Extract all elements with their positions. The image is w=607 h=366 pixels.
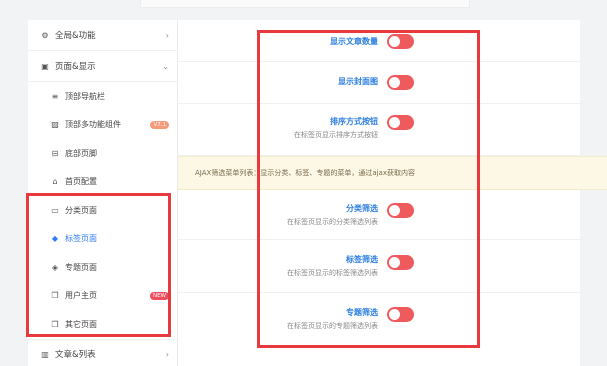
- sidebar-group-articles[interactable]: ▥ 文章&列表 ›: [28, 338, 177, 366]
- sidebar-item-top-nav[interactable]: ≡ 顶部导航栏: [28, 82, 177, 111]
- sidebar-item-label: 底部页脚: [65, 148, 97, 158]
- highlight-box-sidebar: [26, 193, 171, 337]
- chevron-right-icon: ›: [165, 30, 169, 40]
- sidebar-item-footer[interactable]: ⊟ 底部页脚: [28, 139, 177, 168]
- chevron-right-icon: ›: [165, 349, 169, 359]
- footer-icon: ⊟: [51, 148, 59, 158]
- version-badge: V7.1: [150, 120, 169, 129]
- sidebar-group-global[interactable]: ⚙ 全局&功能 ›: [28, 20, 177, 51]
- menu-icon: ≡: [51, 91, 59, 101]
- highlight-box-settings: [257, 30, 480, 348]
- sidebar-group-page[interactable]: ▣ 页面&显示 ⌄: [28, 51, 177, 82]
- image-icon: ▨: [51, 120, 59, 130]
- sidebar-item-label: 首页配置: [65, 177, 97, 187]
- sidebar-group-label: 文章&列表: [55, 350, 96, 360]
- sidebar-group-label: 页面&显示: [55, 62, 96, 72]
- top-bar: [140, 0, 470, 8]
- map-icon: ▥: [41, 349, 49, 359]
- sidebar-item-top-widgets[interactable]: ▨ 顶部多功能组件 V7.1: [28, 111, 177, 140]
- settings-icon: ⚙: [41, 30, 49, 40]
- sidebar-item-label: 顶部多功能组件: [65, 120, 121, 130]
- chevron-down-icon: ⌄: [162, 61, 169, 71]
- sidebar-item-home[interactable]: ⌂ 首页配置: [28, 168, 177, 197]
- home-icon: ⌂: [52, 177, 58, 187]
- sidebar-group-label: 全局&功能: [55, 31, 96, 41]
- sidebar-item-label: 顶部导航栏: [65, 91, 105, 101]
- calendar-icon: ▣: [41, 61, 49, 71]
